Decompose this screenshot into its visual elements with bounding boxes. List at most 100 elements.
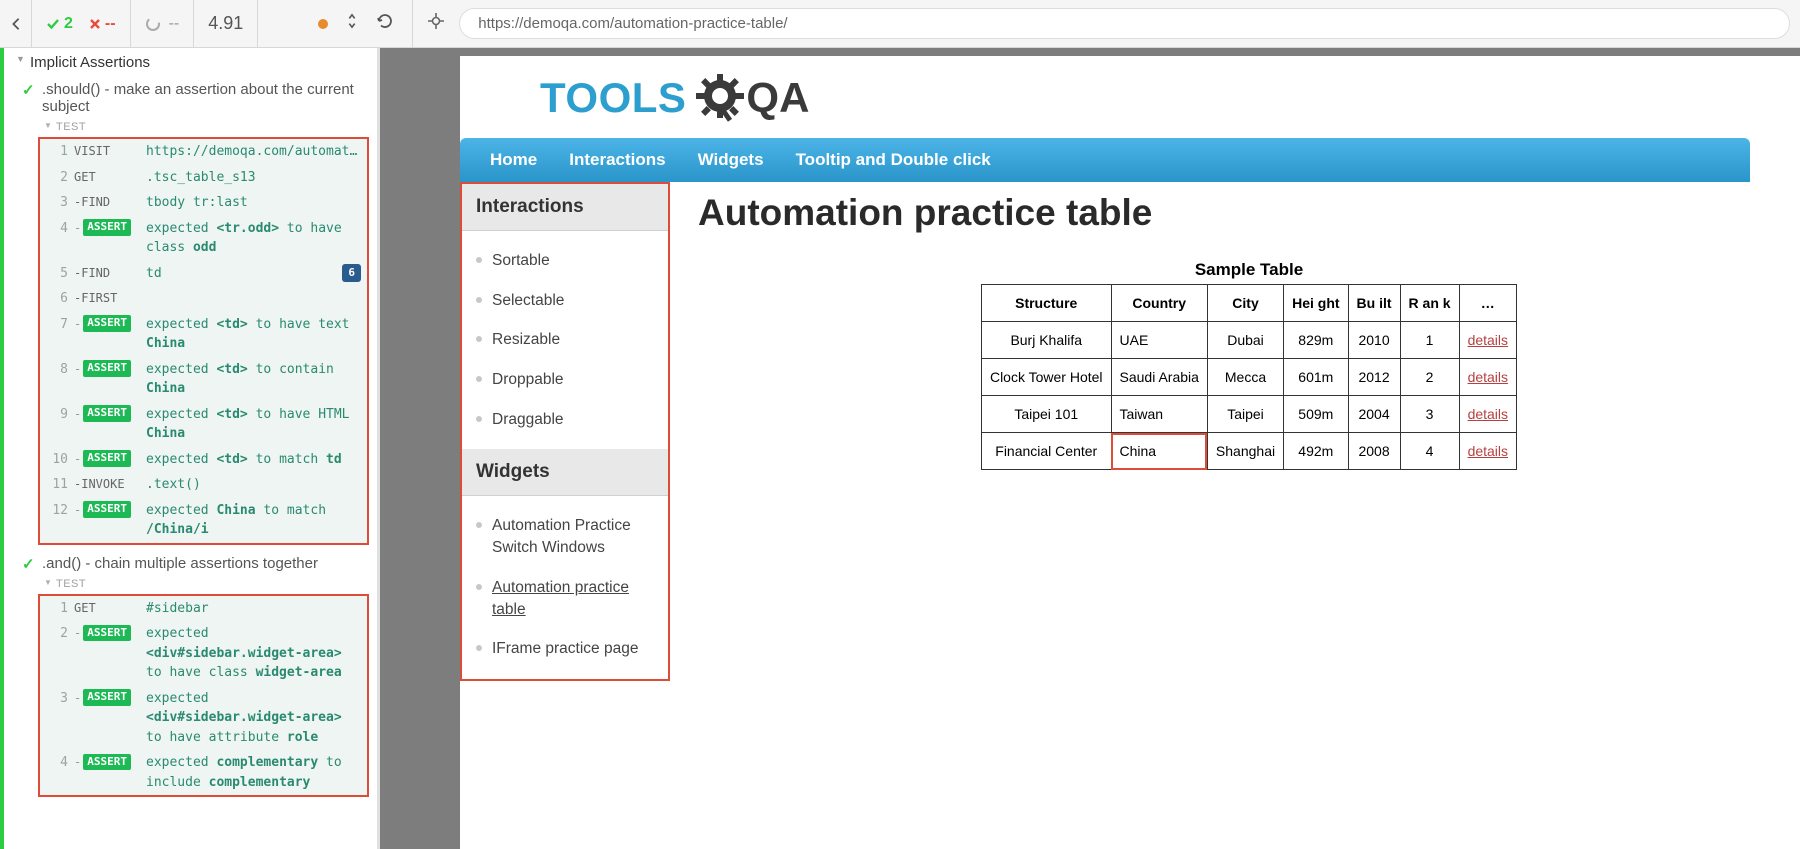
reload-button[interactable] — [376, 12, 394, 35]
table-cell: 2 — [1400, 359, 1459, 396]
table-cell: 492m — [1284, 433, 1348, 470]
table-header: City — [1207, 285, 1283, 322]
step-row[interactable]: 6-FIRST — [40, 286, 367, 312]
step-number: 12 — [46, 501, 68, 521]
details-link[interactable]: details — [1468, 332, 1508, 348]
details-link[interactable]: details — [1468, 406, 1508, 422]
step-row[interactable]: 8- ASSERTexpected <td> to contain China — [40, 357, 367, 402]
step-row[interactable]: 7- ASSERTexpected <td> to have text Chin… — [40, 312, 367, 357]
step-row[interactable]: 3- ASSERTexpected <div#sidebar.widget-ar… — [40, 686, 367, 751]
table-cell: 509m — [1284, 396, 1348, 433]
step-row[interactable]: 10- ASSERTexpected <td> to match td — [40, 447, 367, 473]
table-cell: Financial Center — [981, 433, 1111, 470]
top-toolbar: 2 -- -- 4.91 https://demoqa.com/automati… — [0, 0, 1800, 48]
table-cell: 1 — [1400, 322, 1459, 359]
step-row[interactable]: 1VISIThttps://demoqa.com/automat… — [40, 139, 367, 165]
step-row[interactable]: 4- ASSERTexpected complementary to inclu… — [40, 750, 367, 795]
table-cell: Taiwan — [1111, 396, 1207, 433]
site-logo: TOOLS — [540, 72, 1800, 124]
viewport-controls — [318, 0, 413, 48]
step-row[interactable]: 12- ASSERTexpected China to match /China… — [40, 498, 367, 543]
sort-icon[interactable] — [346, 13, 358, 34]
test-label: TEST — [8, 119, 377, 135]
table-header: R an k — [1400, 285, 1459, 322]
sidebar-link[interactable]: Draggable — [462, 400, 668, 440]
sidebar-link[interactable]: Automation practice table — [462, 568, 668, 629]
details-link[interactable]: details — [1468, 369, 1508, 385]
table-cell: UAE — [1111, 322, 1207, 359]
check-icon — [46, 17, 60, 31]
sidebar-link[interactable]: IFrame practice page — [462, 629, 668, 669]
step-row[interactable]: 1GET#sidebar — [40, 596, 367, 622]
step-message: expected China to match /China/i — [146, 501, 361, 540]
step-row[interactable]: 3-FINDtbody tr:last — [40, 190, 367, 216]
sidebar-link[interactable]: Selectable — [462, 281, 668, 321]
gear-icon — [694, 72, 746, 124]
step-number: 1 — [46, 599, 68, 619]
step-message: expected <td> to have HTML China — [146, 405, 361, 444]
step-message: .text() — [146, 475, 361, 495]
step-number: 7 — [46, 315, 68, 335]
url-bar[interactable]: https://demoqa.com/automation-practice-t… — [459, 8, 1790, 39]
step-row[interactable]: 4- ASSERTexpected <tr.odd> to have class… — [40, 216, 367, 261]
table-header: Bu ilt — [1348, 285, 1400, 322]
table-cell: 2004 — [1348, 396, 1400, 433]
sidebar-heading: Interactions — [462, 184, 668, 231]
step-command: - ASSERT — [74, 405, 146, 423]
sidebar-link[interactable]: Automation Practice Switch Windows — [462, 506, 668, 567]
table-header: Structure — [981, 285, 1111, 322]
fail-count: -- — [89, 15, 116, 33]
step-number: 2 — [46, 168, 68, 188]
status-dot-icon — [318, 19, 328, 29]
step-row[interactable]: 2GET.tsc_table_s13 — [40, 165, 367, 191]
sidebar-link[interactable]: Sortable — [462, 241, 668, 281]
back-button[interactable] — [0, 0, 32, 48]
sidebar: InteractionsSortableSelectableResizableD… — [460, 182, 670, 681]
sidebar-heading: Widgets — [462, 449, 668, 496]
step-row[interactable]: 9- ASSERTexpected <td> to have HTML Chin… — [40, 402, 367, 447]
sidebar-link[interactable]: Resizable — [462, 320, 668, 360]
step-message: expected <tr.odd> to have class odd — [146, 219, 361, 258]
table-row: Taipei 101TaiwanTaipei509m20043details — [981, 396, 1516, 433]
step-command: -FIND — [74, 193, 146, 211]
table-cell: China — [1111, 433, 1207, 470]
suite-title[interactable]: Implicit Assertions — [8, 48, 377, 77]
step-row[interactable]: 11-INVOKE.text() — [40, 472, 367, 498]
table-caption: Sample Table — [698, 260, 1800, 280]
test-item[interactable]: ✓.and() - chain multiple assertions toge… — [8, 551, 377, 576]
step-command: -FIND — [74, 264, 146, 282]
table-cell: 2008 — [1348, 433, 1400, 470]
table-cell: 601m — [1284, 359, 1348, 396]
step-number: 10 — [46, 450, 68, 470]
step-row[interactable]: 2- ASSERTexpected <div#sidebar.widget-ar… — [40, 621, 367, 686]
test-label: TEST — [8, 576, 377, 592]
selector-playground-button[interactable] — [413, 12, 459, 35]
step-command: - ASSERT — [74, 689, 146, 707]
step-message: #sidebar — [146, 599, 361, 619]
sidebar-link[interactable]: Droppable — [462, 360, 668, 400]
step-message: https://demoqa.com/automat… — [146, 142, 361, 162]
step-number: 8 — [46, 360, 68, 380]
step-message: expected <div#sidebar.widget-area> to ha… — [146, 624, 361, 683]
nav-item[interactable]: Tooltip and Double click — [796, 150, 991, 170]
logo-text-qa: QA — [694, 72, 809, 124]
step-command: - ASSERT — [74, 753, 146, 771]
nav-item[interactable]: Interactions — [569, 150, 665, 170]
test-item[interactable]: ✓.should() - make an assertion about the… — [8, 77, 377, 119]
step-command: - ASSERT — [74, 219, 146, 237]
main-nav: Home Interactions Widgets Tooltip and Doubl… — [460, 138, 1750, 182]
step-message: expected <td> to have text China — [146, 315, 361, 354]
table-cell: Shanghai — [1207, 433, 1283, 470]
step-row[interactable]: 5-FINDtd6 — [40, 261, 367, 287]
details-link[interactable]: details — [1468, 443, 1508, 459]
table-cell: 4 — [1400, 433, 1459, 470]
table-cell: 2012 — [1348, 359, 1400, 396]
steps-block: 1VISIThttps://demoqa.com/automat…2GET.ts… — [38, 137, 369, 545]
table-cell: 829m — [1284, 322, 1348, 359]
step-message: .tsc_table_s13 — [146, 168, 361, 188]
elapsed-time: 4.91 — [194, 0, 258, 48]
page-title: Automation practice table — [698, 192, 1800, 234]
step-message: expected <td> to match td — [146, 450, 361, 470]
nav-item[interactable]: Home — [490, 150, 537, 170]
nav-item[interactable]: Widgets — [698, 150, 764, 170]
